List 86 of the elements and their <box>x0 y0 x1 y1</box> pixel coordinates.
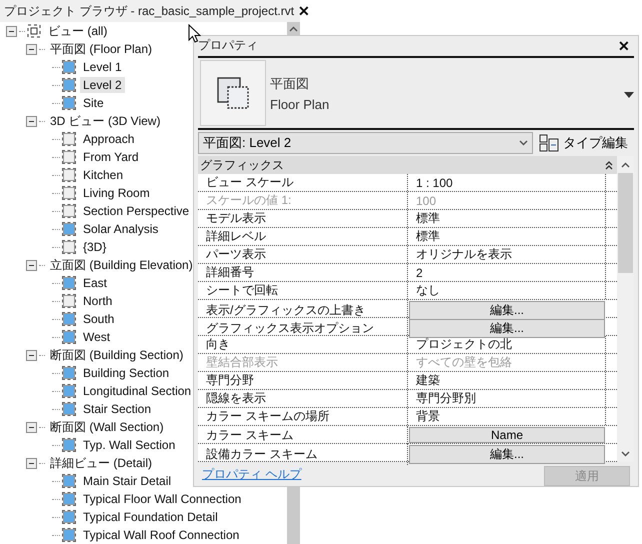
property-name: 壁結合部表示 <box>198 354 408 371</box>
tree-item[interactable]: Typical Foundation Detail <box>80 509 221 525</box>
tree-item[interactable]: Longitudinal Section <box>80 383 194 399</box>
tree-item[interactable]: Main Stair Detail <box>80 473 174 489</box>
property-name: シートで回転 <box>198 282 408 299</box>
collapse-icon[interactable] <box>26 350 37 360</box>
property-value[interactable]: 標準 <box>408 228 606 245</box>
property-name: 隠線を表示 <box>198 390 408 407</box>
tree-item[interactable]: Kitchen <box>80 167 126 183</box>
type-edit-button[interactable]: タイプ編集 <box>539 134 634 152</box>
property-value[interactable]: 2 <box>408 264 606 281</box>
property-name: 向き <box>198 336 408 353</box>
panel-title: プロパティ <box>198 37 258 54</box>
collapse-icon[interactable] <box>26 260 37 270</box>
tree-group[interactable]: 断面図 (Building Section) <box>47 346 186 364</box>
property-name: 表示/グラフィックスの上書き <box>198 300 408 321</box>
property-name: ビュー スケール <box>198 174 408 191</box>
tree-root[interactable]: ビュー (all) <box>45 22 110 40</box>
tree-item[interactable]: Typical Wall Roof Connection <box>80 527 242 543</box>
edit-button[interactable]: Name <box>409 427 605 443</box>
help-link[interactable]: プロパティ ヘルプ <box>202 466 302 483</box>
tree-item[interactable]: Stair Section <box>80 401 154 417</box>
group-header[interactable]: グラフィックス <box>198 156 617 174</box>
floor-plan-icon <box>216 76 250 110</box>
property-name: 専門分野 <box>198 372 408 389</box>
tree-item[interactable]: West <box>80 329 114 345</box>
close-button[interactable]: ✕ <box>614 38 634 54</box>
tree-item[interactable]: Typ. Wall Section <box>80 437 178 453</box>
tree-item[interactable]: Level 1 <box>80 59 125 75</box>
property-value[interactable]: 建築 <box>408 372 606 389</box>
property-value[interactable]: 専門分野別 <box>408 390 606 407</box>
property-value[interactable]: プロジェクトの北 <box>408 336 606 353</box>
property-name: スケールの値 1: <box>198 192 408 209</box>
tree-item[interactable]: North <box>80 293 116 309</box>
tree-group[interactable]: 断面図 (Wall Section) <box>47 418 167 436</box>
instance-selector[interactable]: 平面図: Level 2 <box>198 132 533 154</box>
edit-button[interactable]: 編集... <box>409 319 605 338</box>
collapse-icon[interactable] <box>26 116 37 126</box>
tree-item[interactable]: Living Room <box>80 185 153 201</box>
tree-group[interactable]: 3D ビュー (3D View) <box>47 112 164 130</box>
property-name: カラー スキームの場所 <box>198 408 408 425</box>
property-name: 詳細レベル <box>198 228 408 245</box>
tree-item[interactable]: Typical Floor Wall Connection <box>80 491 244 507</box>
tree-item[interactable]: South <box>80 311 118 327</box>
tree-group[interactable]: 平面図 (Floor Plan) <box>47 40 156 58</box>
collapse-icon[interactable] <box>26 458 37 468</box>
scroll-down-icon[interactable] <box>621 451 630 457</box>
property-value[interactable]: なし <box>408 282 606 299</box>
scroll-up-icon[interactable] <box>621 162 630 168</box>
type-properties-icon <box>539 134 559 152</box>
tree-item[interactable]: Solar Analysis <box>80 221 162 237</box>
type-name: 平面図 <box>270 74 310 93</box>
panel-title: プロジェクト ブラウザ - rac_basic_sample_project.rvt <box>4 2 294 20</box>
property-name: カラー スキーム <box>198 426 408 444</box>
property-name: 設備カラー スキーム <box>198 444 408 465</box>
property-name: 詳細番号 <box>198 264 408 281</box>
tree-item[interactable]: Section Perspective <box>80 203 192 219</box>
property-name: パーツ表示 <box>198 246 408 263</box>
scroll-up-icon[interactable] <box>289 26 298 32</box>
tree-item[interactable]: Level 2 <box>80 77 125 93</box>
property-value[interactable]: 1 : 100 <box>408 174 606 191</box>
tree-item[interactable]: {3D} <box>80 239 110 255</box>
collapse-icon[interactable] <box>26 44 37 54</box>
property-value: 100 <box>408 192 606 209</box>
property-name: モデル表示 <box>198 210 408 227</box>
property-value[interactable]: 背景 <box>408 408 606 425</box>
tree-group[interactable]: 立面図 (Building Elevation) <box>47 256 196 274</box>
tree-item[interactable]: Site <box>80 95 107 111</box>
collapse-icon[interactable] <box>6 26 17 36</box>
property-name: グラフィックス表示オプション <box>198 318 408 339</box>
edit-button[interactable]: 編集... <box>409 445 605 464</box>
property-value[interactable]: 標準 <box>408 210 606 227</box>
tree-item[interactable]: From Yard <box>80 149 142 165</box>
tree-group[interactable]: 詳細ビュー (Detail) <box>47 454 156 472</box>
collapse-icon[interactable] <box>26 422 37 432</box>
tree-item[interactable]: East <box>80 275 110 291</box>
views-icon <box>27 24 41 38</box>
chevron-down-icon[interactable] <box>519 140 528 146</box>
tree-item[interactable]: Approach <box>80 131 138 147</box>
type-name: Floor Plan <box>270 96 330 112</box>
close-button[interactable]: ✕ <box>294 3 314 19</box>
edit-button[interactable]: 編集... <box>409 301 605 320</box>
property-value[interactable]: オリジナルを表示 <box>408 246 606 263</box>
property-value: すべての壁を包絡 <box>408 354 606 371</box>
collapse-icon[interactable] <box>605 160 613 170</box>
tree-item[interactable]: Building Section <box>80 365 172 381</box>
